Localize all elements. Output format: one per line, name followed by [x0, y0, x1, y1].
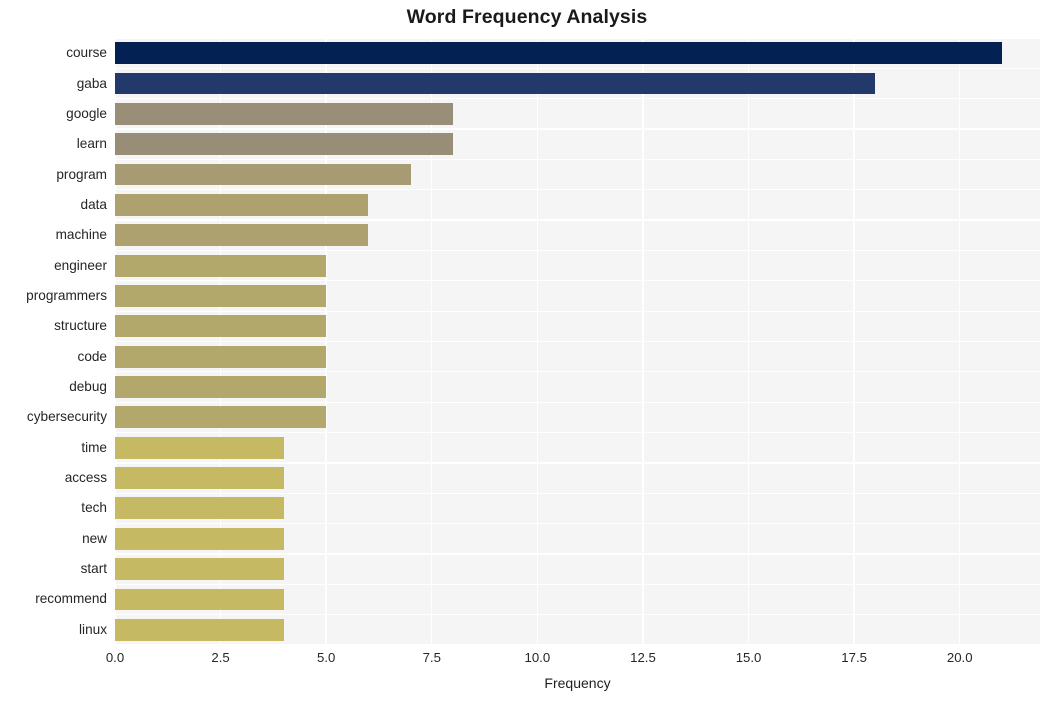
y-tick-label: access [64, 470, 107, 486]
y-tick-label: gaba [76, 75, 107, 91]
gridline-horizontal [115, 401, 1040, 403]
y-tick-label: recommend [35, 591, 107, 607]
gridline-horizontal [115, 310, 1040, 312]
bar [115, 102, 453, 125]
gridline-horizontal [115, 644, 1040, 645]
bar [115, 376, 327, 398]
chart-figure: Word Frequency Analysis course gaba google… [0, 0, 1054, 701]
y-tick-label: program [56, 166, 107, 182]
bar [115, 285, 327, 307]
gridline-horizontal [115, 371, 1040, 373]
x-tick-label: 10.0 [524, 650, 551, 665]
y-tick-label: course [66, 45, 107, 61]
gridline-horizontal [115, 67, 1040, 69]
gridline-horizontal [115, 98, 1040, 100]
gridline-horizontal [115, 280, 1040, 282]
gridline-horizontal [115, 492, 1040, 494]
gridline-horizontal [115, 189, 1040, 191]
bar [115, 497, 284, 520]
y-tick-label: google [66, 105, 107, 121]
gridline-horizontal [115, 158, 1040, 161]
x-axis-label: Frequency [544, 675, 611, 691]
y-tick-label: structure [54, 318, 107, 334]
y-tick-label: debug [69, 379, 107, 395]
gridline-horizontal [115, 128, 1040, 130]
y-tick-label: programmers [26, 287, 107, 303]
x-tick-label: 2.5 [211, 650, 230, 665]
bar [115, 72, 876, 95]
x-tick-label: 20.0 [946, 650, 973, 665]
gridline-horizontal [115, 249, 1040, 252]
bar [115, 133, 453, 156]
gridline-horizontal [115, 219, 1040, 221]
gridline-horizontal [115, 431, 1040, 434]
bar [115, 345, 327, 368]
y-tick-label: engineer [54, 257, 107, 273]
bar [115, 315, 327, 338]
chart-title: Word Frequency Analysis [406, 6, 648, 28]
bar [115, 406, 327, 429]
plot-area [115, 38, 1040, 645]
gridline-horizontal [115, 340, 1040, 343]
gridline-horizontal [115, 583, 1040, 585]
gridline-horizontal [115, 522, 1040, 525]
y-tick-label: learn [76, 136, 107, 152]
y-tick-label: data [80, 196, 107, 212]
bar [115, 527, 284, 550]
x-tick-label: 0.0 [105, 650, 125, 665]
bar [115, 254, 327, 277]
bar [115, 224, 369, 247]
gridline-horizontal [115, 462, 1040, 464]
bar [115, 42, 1002, 65]
y-tick-label: start [80, 561, 107, 577]
bar [115, 193, 369, 216]
y-tick-label: new [82, 530, 107, 546]
x-tick-label: 17.5 [841, 650, 867, 665]
y-tick-label: code [77, 348, 107, 364]
y-tick-label: linux [79, 621, 107, 637]
x-tick-label: 7.5 [422, 650, 441, 665]
x-tick-label: 12.5 [630, 650, 656, 665]
y-tick-label: cybersecurity [26, 409, 107, 425]
x-tick-label: 15.0 [735, 650, 762, 665]
bar [115, 467, 284, 489]
x-tick-label: 5.0 [317, 650, 336, 665]
bar [115, 163, 411, 186]
y-tick-label: tech [81, 500, 107, 516]
y-tick-label: time [81, 439, 107, 455]
bar [115, 588, 284, 611]
bar [115, 558, 284, 581]
gridline-horizontal [115, 38, 1040, 39]
gridline-horizontal [115, 614, 1040, 616]
gridline-horizontal [115, 553, 1040, 555]
bar [115, 436, 284, 459]
y-tick-label: machine [55, 227, 107, 243]
bar [115, 618, 284, 641]
